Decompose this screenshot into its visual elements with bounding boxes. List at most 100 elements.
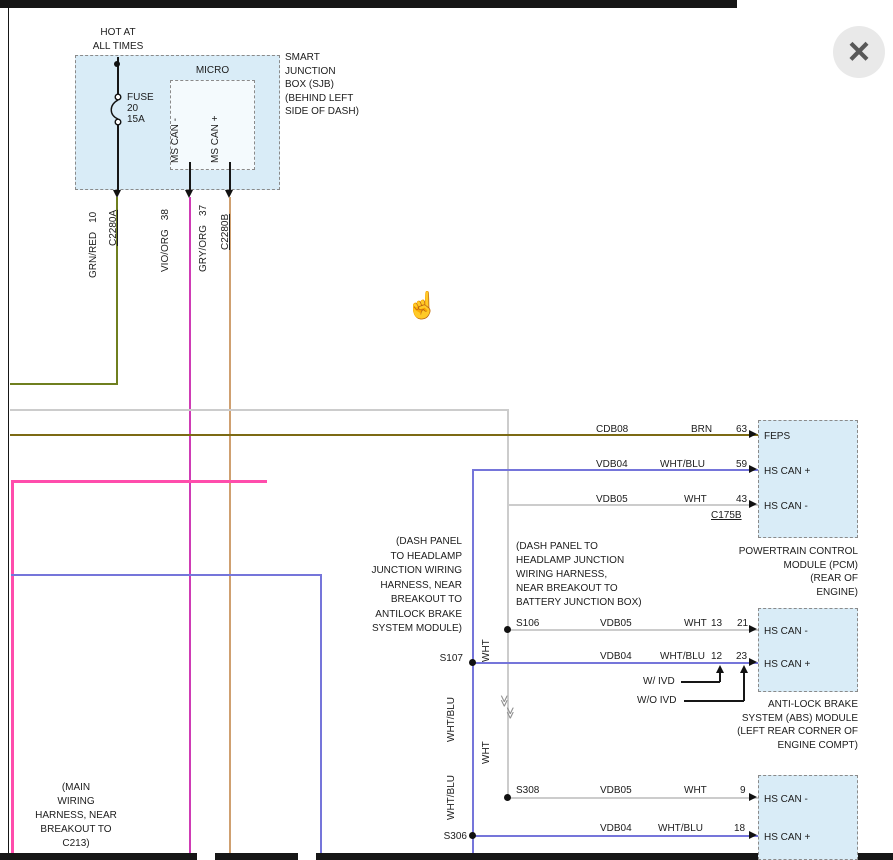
circuit-label: VDB04 bbox=[596, 458, 628, 472]
splice-dot-s107 bbox=[469, 659, 476, 666]
circuit-label: CDB08 bbox=[596, 423, 628, 437]
wire-pin-label: 38 bbox=[160, 209, 171, 220]
bottom-page-edge bbox=[215, 853, 298, 860]
pin-number: 9 bbox=[740, 784, 746, 798]
wire-color-label: VIO/ORG bbox=[160, 229, 171, 272]
hand-cursor-icon: ☝ bbox=[406, 290, 438, 321]
pcm-title: POWERTRAIN CONTROL MODULE (PCM) (REAR OF… bbox=[698, 545, 858, 599]
ms-can-plus-stub bbox=[229, 162, 231, 190]
lower-module-box bbox=[758, 775, 858, 860]
inline-wht-blu-label: WHT/BLU bbox=[445, 775, 459, 820]
wire-label-gry-org: GRY/ORG 37 bbox=[197, 205, 211, 272]
wire-pin-label: 37 bbox=[198, 205, 209, 216]
module-pin-label: HS CAN - bbox=[764, 500, 808, 514]
right-arrow-icon bbox=[749, 658, 757, 666]
wiring-diagram-viewer: HOT AT ALL TIMES MICRO FUSE 20 15A MS CA… bbox=[0, 0, 893, 860]
wire-color-label: WHT/BLU bbox=[658, 822, 703, 836]
up-arrow-icon bbox=[716, 665, 724, 673]
variant-with-ivd-label: W/ IVD bbox=[643, 675, 675, 689]
pin-number: 63 bbox=[736, 423, 747, 437]
up-arrow-icon bbox=[740, 665, 748, 673]
abs-title: ANTI-LOCK BRAKE SYSTEM (ABS) MODULE (LEF… bbox=[678, 698, 858, 752]
wire-gry-org-vertical bbox=[229, 197, 231, 853]
wire-color-label: GRN/RED bbox=[88, 232, 99, 278]
wire-label-grn-red: GRN/RED 10 bbox=[87, 212, 101, 278]
fuse-out-wire bbox=[117, 122, 119, 190]
callout-line bbox=[743, 672, 745, 701]
note-main-harness: (MAIN WIRING HARNESS, NEAR BREAKOUT TO C… bbox=[30, 781, 122, 851]
top-page-edge bbox=[0, 0, 737, 8]
pin-number: 21 bbox=[737, 617, 748, 631]
callout-line bbox=[719, 672, 721, 682]
pin-number: 12 bbox=[711, 650, 722, 664]
close-button[interactable]: × bbox=[833, 26, 885, 78]
inline-wht-blu-label: WHT/BLU bbox=[445, 697, 459, 742]
pin-number: 43 bbox=[736, 493, 747, 507]
splice-label-s106: S106 bbox=[516, 617, 539, 631]
wire-pin-label: 10 bbox=[88, 212, 99, 223]
connector-link-c175b[interactable]: C175B bbox=[711, 509, 742, 523]
module-pin-label: HS CAN - bbox=[764, 793, 808, 807]
wire-highlight-vertical bbox=[11, 480, 14, 853]
feed-junction-dot bbox=[114, 61, 120, 67]
circuit-label: VDB05 bbox=[600, 617, 632, 631]
wire-highlight-horizontal bbox=[11, 480, 267, 483]
left-page-border bbox=[8, 8, 9, 853]
pin-number: 18 bbox=[734, 822, 745, 836]
wire-color-label: WHT/BLU bbox=[660, 650, 705, 664]
right-arrow-icon bbox=[749, 625, 757, 633]
abs-box bbox=[758, 608, 858, 692]
module-pin-label: FEPS bbox=[764, 430, 790, 444]
callout-line bbox=[681, 681, 720, 683]
right-arrow-icon bbox=[749, 500, 757, 508]
wire-wht-s308-horizontal bbox=[507, 797, 758, 799]
wire-grn-red-horizontal bbox=[10, 383, 118, 385]
splice-label-s107: S107 bbox=[427, 652, 463, 666]
wire-color-label: WHT bbox=[684, 784, 707, 798]
wire-color-label: GRY/ORG bbox=[198, 225, 209, 272]
right-arrow-icon bbox=[749, 430, 757, 438]
ms-can-minus-stub bbox=[189, 162, 191, 190]
note-dash-to-headlamp-abs: (DASH PANEL TO HEADLAMP JUNCTION WIRING … bbox=[352, 535, 462, 637]
hot-at-all-times-label: HOT AT ALL TIMES bbox=[70, 26, 166, 54]
module-pin-label: HS CAN + bbox=[764, 831, 810, 845]
right-arrow-icon bbox=[749, 793, 757, 801]
pin-number: 23 bbox=[736, 650, 747, 664]
inline-wht-label: WHT bbox=[480, 639, 494, 662]
wire-label-vio-org: VIO/ORG 38 bbox=[159, 209, 173, 272]
sjb-title: SMART JUNCTION BOX (SJB) (BEHIND LEFT SI… bbox=[285, 51, 359, 119]
circuit-label: VDB05 bbox=[596, 493, 628, 507]
pin-number: 59 bbox=[736, 458, 747, 472]
right-arrow-icon bbox=[749, 465, 757, 473]
wire-break-icon: ≫ bbox=[504, 707, 516, 720]
wire-break-icon: ≫ bbox=[498, 695, 510, 708]
circuit-label: VDB05 bbox=[600, 784, 632, 798]
module-pin-label: HS CAN + bbox=[764, 658, 810, 672]
wire-color-label: WHT bbox=[684, 493, 707, 507]
splice-label-s306: S306 bbox=[430, 830, 467, 844]
fuse-label: FUSE 20 15A bbox=[127, 92, 154, 125]
variant-without-ivd-label: W/O IVD bbox=[637, 694, 676, 708]
splice-dot-s308 bbox=[504, 794, 511, 801]
wire-color-label: BRN bbox=[691, 423, 712, 437]
diagram-canvas[interactable]: HOT AT ALL TIMES MICRO FUSE 20 15A MS CA… bbox=[0, 0, 893, 860]
splice-dot-s306 bbox=[469, 832, 476, 839]
module-pin-label: HS CAN + bbox=[764, 465, 810, 479]
connector-link-c2280b[interactable]: C2280B bbox=[219, 214, 233, 250]
module-pin-label: HS CAN - bbox=[764, 625, 808, 639]
wire-wht-pcm-horizontal bbox=[507, 504, 758, 506]
splice-label-s308: S308 bbox=[516, 784, 539, 798]
inline-wht-label: WHT bbox=[480, 741, 494, 764]
close-icon: × bbox=[848, 33, 870, 71]
splice-dot-s106 bbox=[504, 626, 511, 633]
right-arrow-icon bbox=[749, 831, 757, 839]
note-dash-to-headlamp-bjb: (DASH PANEL TO HEADLAMP JUNCTION WIRING … bbox=[516, 540, 686, 610]
wire-color-label: WHT bbox=[684, 617, 707, 631]
connector-link-c2280a[interactable]: C2280A bbox=[107, 210, 121, 246]
wire-wht-upper-horizontal bbox=[10, 409, 509, 411]
wire-color-label: WHT/BLU bbox=[660, 458, 705, 472]
wire-wht-blu-left-vertical bbox=[320, 574, 322, 853]
micro-label: MICRO bbox=[170, 64, 255, 78]
wire-brn-feps-horizontal bbox=[10, 434, 758, 436]
wire-wht-vertical bbox=[507, 409, 509, 799]
